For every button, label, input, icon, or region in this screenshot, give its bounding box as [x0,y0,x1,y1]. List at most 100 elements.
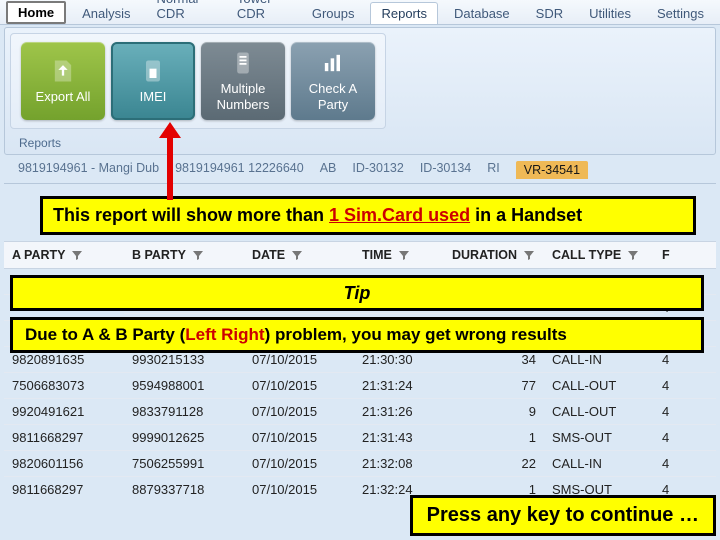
callout-arrow [167,136,173,200]
cell-a: 9811668297 [4,477,124,501]
filter-icon[interactable] [192,249,204,261]
cell-type: CALL-IN [544,451,654,477]
tip-pre: Due to A & B Party ( [25,325,185,345]
check-a-party-button[interactable]: Check A Party [291,42,375,120]
press-any-key-banner: Press any key to continue … [410,495,716,536]
tab-utilities[interactable]: Utilities [579,3,641,24]
cell-dur: 9 [444,399,544,425]
col-label: B PARTY [132,248,186,262]
col-duration[interactable]: DURATION [444,242,544,268]
chart-icon [319,49,347,77]
cell-date: 07/10/2015 [244,399,354,425]
cell-b: 7506255991 [124,451,244,477]
file-tab-active[interactable]: VR-34541 [516,161,588,179]
table-row: 9811668297 9999012625 07/10/2015 21:31:4… [4,425,716,451]
cell-type: CALL-OUT [544,399,654,425]
ribbon-group-reports: Export All IMEI Multiple Numbers Check A… [10,33,386,129]
cell-time: 21:31:24 [354,373,444,399]
phone-list-icon [229,49,257,77]
cell-f: 4 [654,373,716,399]
table-row: 7506683073 9594988001 07/10/2015 21:31:2… [4,373,716,399]
col-b-party[interactable]: B PARTY [124,242,244,268]
col-a-party[interactable]: A PARTY [4,242,124,268]
cell-f: 4 [654,399,716,425]
imei-button[interactable]: IMEI [111,42,195,120]
file-tab[interactable]: ID-30134 [420,161,471,179]
cell-b: 9999012625 [124,425,244,451]
filter-icon[interactable] [523,249,535,261]
cell-date: 07/10/2015 [244,373,354,399]
results-table: A PARTY B PARTY DATE TIME DURATION CALL … [4,241,716,501]
cell-type: CALL-OUT [544,373,654,399]
col-call-type[interactable]: CALL TYPE [544,242,654,268]
cell-dur: 77 [444,373,544,399]
export-icon [49,57,77,85]
ribbon-group-label: Reports [19,136,61,150]
col-label: DURATION [452,248,517,262]
cell-dur: 1 [444,425,544,451]
col-label: CALL TYPE [552,248,621,262]
tip-lr: Left Right [185,325,264,345]
tab-reports[interactable]: Reports [370,2,438,24]
col-date[interactable]: DATE [244,242,354,268]
file-tab[interactable]: AB [320,161,337,179]
col-label: F [662,248,670,262]
file-tab[interactable]: RI [487,161,500,179]
cell-a: 9920491621 [4,399,124,425]
cell-date: 07/10/2015 [244,425,354,451]
button-label: Check A Party [295,81,371,112]
cell-type: SMS-OUT [544,425,654,451]
button-label: Export All [36,89,91,105]
tab-tower-cdr[interactable]: Tower CDR [227,0,296,24]
sim-icon [139,57,167,85]
tip-line: Due to A & B Party (Left Right) problem,… [10,317,704,353]
cell-b: 9833791128 [124,399,244,425]
cell-a: 9820601156 [4,451,124,477]
cell-f: 4 [654,425,716,451]
tab-normal-cdr[interactable]: Normal CDR [147,0,221,24]
file-tab[interactable]: 9819194961 12226640 [175,161,304,179]
banner-pre: This report will show more than [53,205,329,225]
cell-a: 9811668297 [4,425,124,451]
col-label: A PARTY [12,248,65,262]
col-label: TIME [362,248,392,262]
filter-icon[interactable] [627,249,639,261]
tab-database[interactable]: Database [444,3,520,24]
cell-time: 21:31:26 [354,399,444,425]
button-label: Multiple Numbers [205,81,281,112]
cell-time: 21:32:08 [354,451,444,477]
tab-groups[interactable]: Groups [302,3,365,24]
cell-b: 8879337718 [124,477,244,501]
filter-icon[interactable] [398,249,410,261]
cell-time: 21:31:43 [354,425,444,451]
button-label: IMEI [140,89,167,105]
col-f[interactable]: F [654,242,716,268]
multiple-numbers-button[interactable]: Multiple Numbers [201,42,285,120]
col-label: DATE [252,248,285,262]
col-time[interactable]: TIME [354,242,444,268]
table-row: 9920491621 9833791128 07/10/2015 21:31:2… [4,399,716,425]
tab-analysis[interactable]: Analysis [72,3,140,24]
tab-home[interactable]: Home [6,1,66,24]
cell-a: 7506683073 [4,373,124,399]
cell-date: 07/10/2015 [244,451,354,477]
cell-f: 4 [654,451,716,477]
table-header: A PARTY B PARTY DATE TIME DURATION CALL … [4,241,716,269]
banner-mid: 1 Sim.Card used [329,205,470,225]
export-all-button[interactable]: Export All [21,42,105,120]
filter-icon[interactable] [291,249,303,261]
callout-banner: This report will show more than 1 Sim.Ca… [40,196,696,235]
table-row: 9820601156 7506255991 07/10/2015 21:32:0… [4,451,716,477]
ribbon: Export All IMEI Multiple Numbers Check A… [4,27,716,155]
cell-dur: 22 [444,451,544,477]
cell-date: 07/10/2015 [244,477,354,501]
main-tabs: Home Analysis Normal CDR Tower CDR Group… [0,0,720,25]
tab-settings[interactable]: Settings [647,3,714,24]
file-tab[interactable]: 9819194961 - Mangi Dub [18,161,159,179]
banner-post: in a Handset [470,205,582,225]
tab-sdr[interactable]: SDR [526,3,573,24]
file-tab[interactable]: ID-30132 [352,161,403,179]
cell-b: 9594988001 [124,373,244,399]
tip-title: Tip [10,275,704,311]
filter-icon[interactable] [71,249,83,261]
